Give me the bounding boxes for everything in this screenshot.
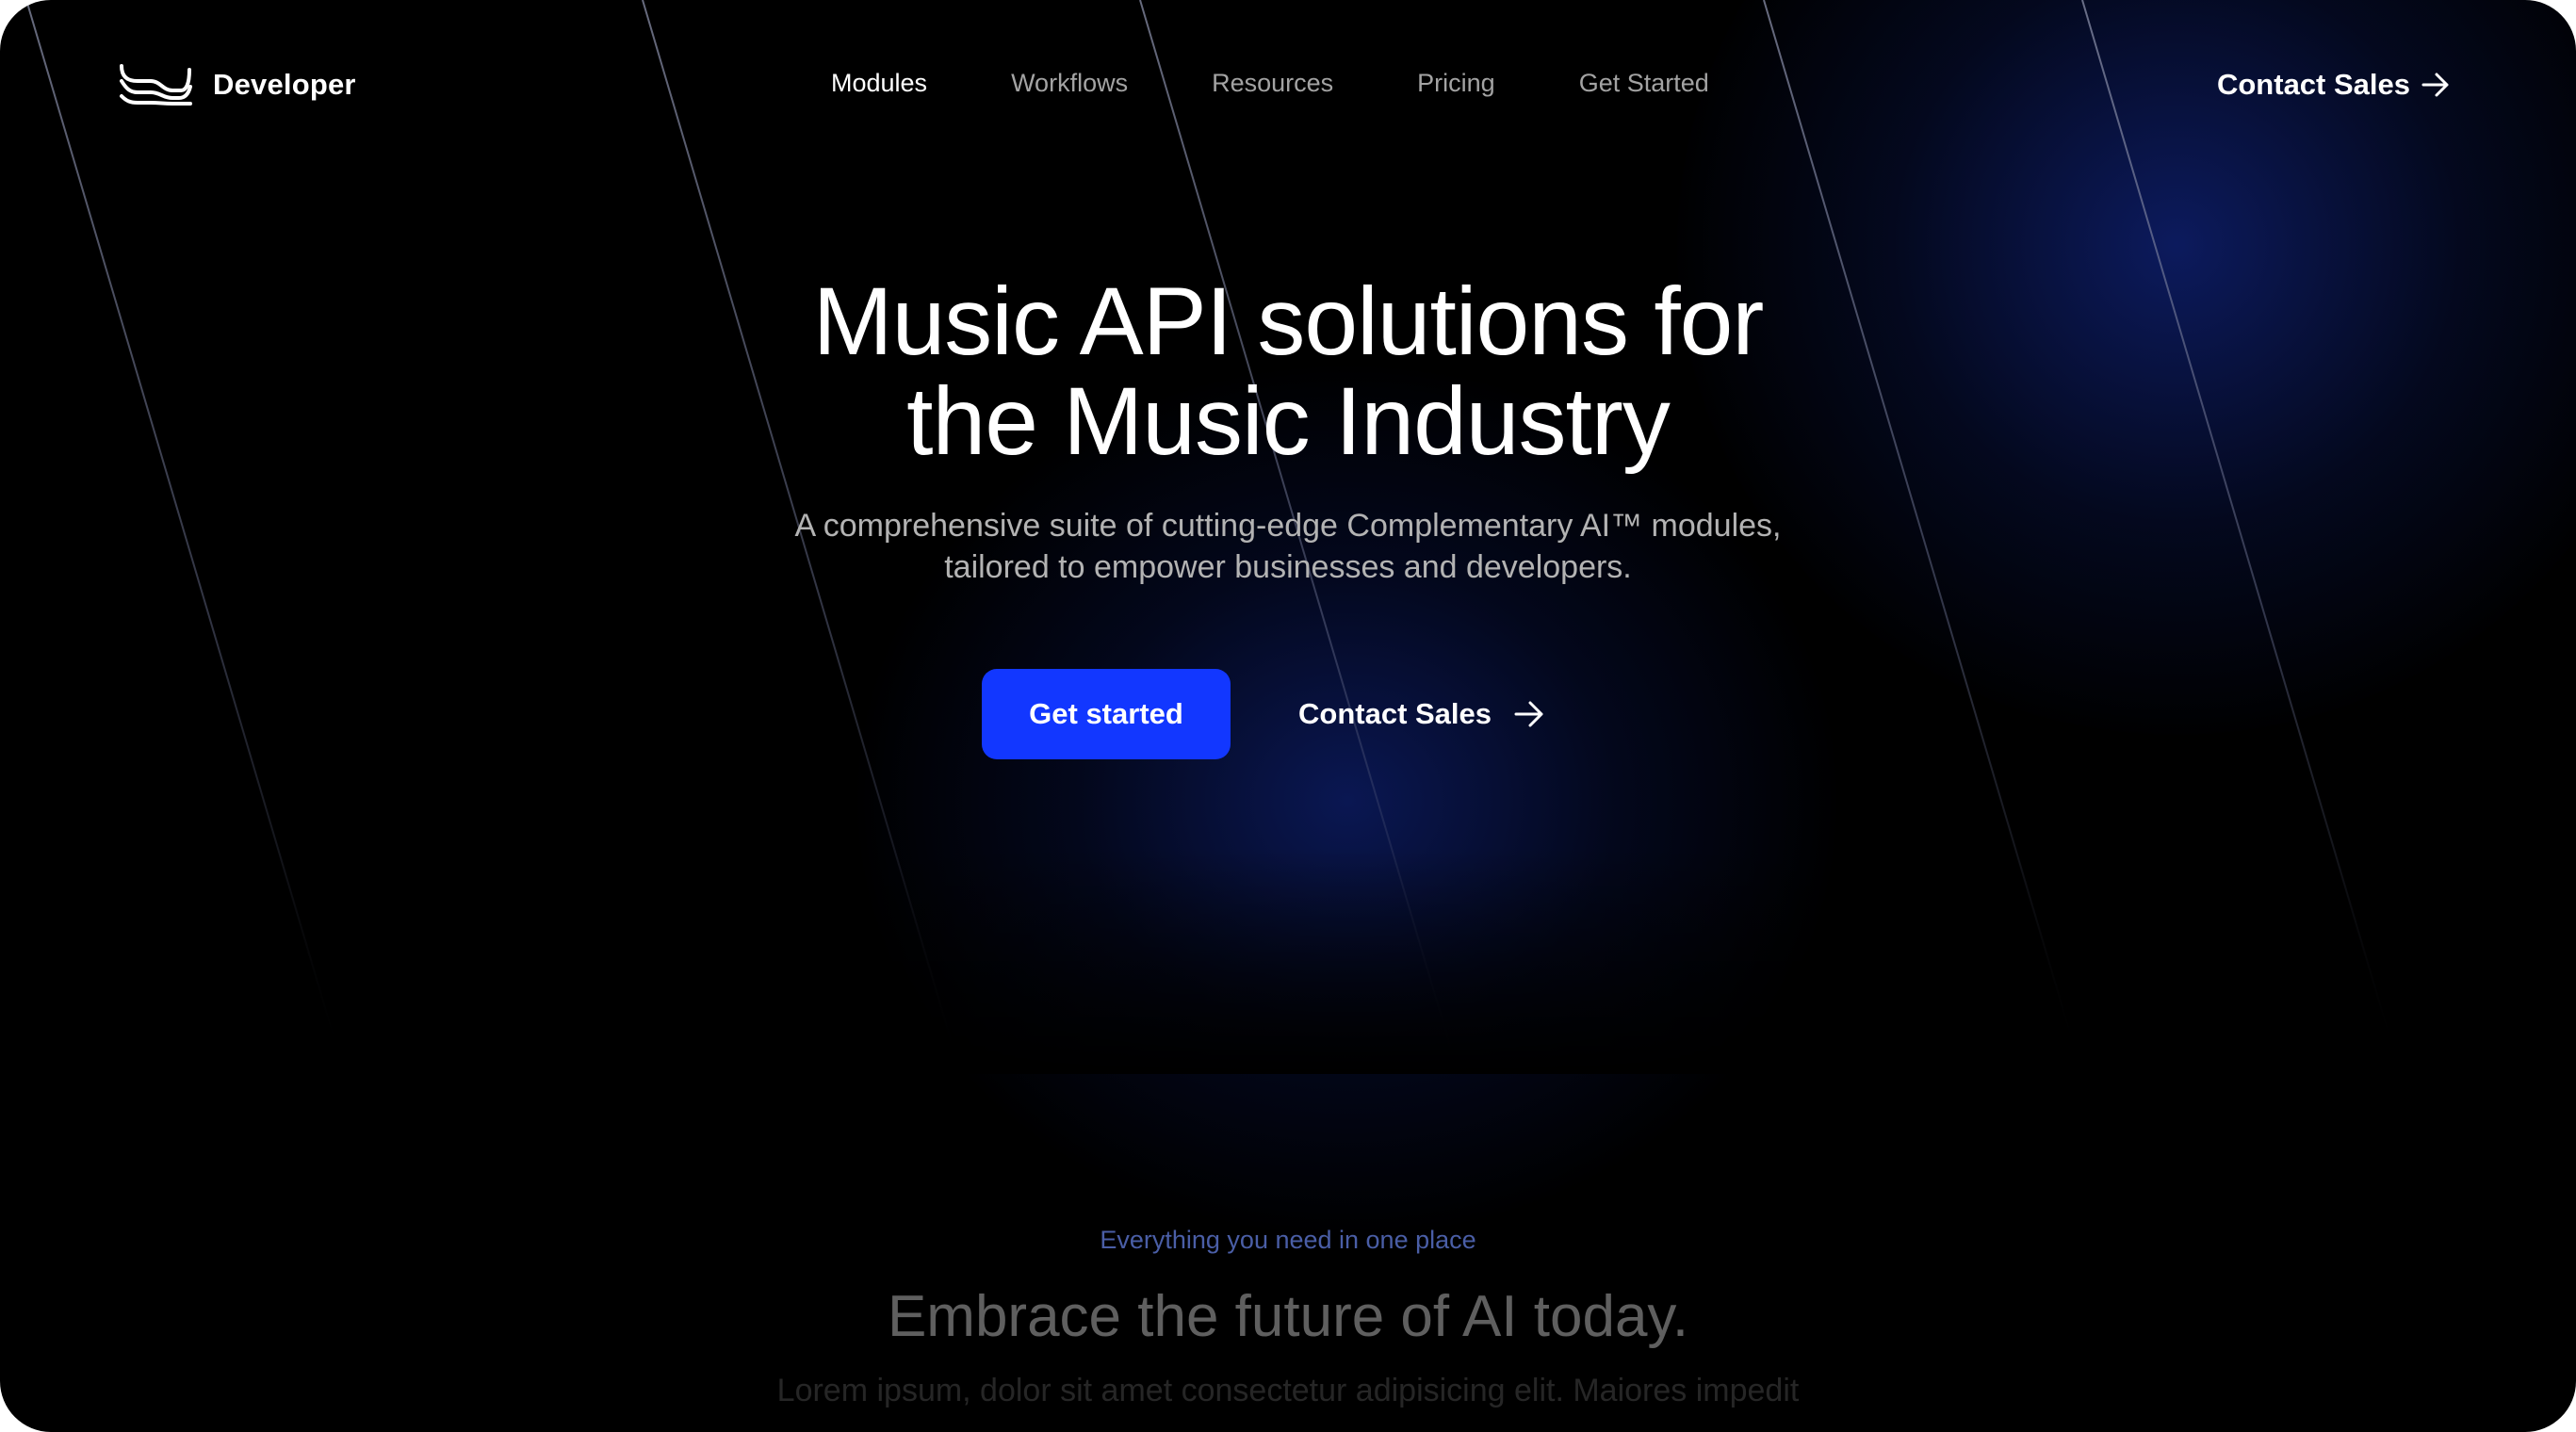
hero-subtitle-line-1: A comprehensive suite of cutting-edge Co… xyxy=(794,508,1782,544)
contact-sales-label: Contact Sales xyxy=(1298,697,1492,730)
section-title: Embrace the future of AI today. xyxy=(887,1284,1689,1349)
get-started-button[interactable]: Get started xyxy=(982,669,1231,759)
section-text: Lorem ipsum, dolor sit amet consectetur … xyxy=(776,1373,1800,1408)
page-frame: Developer Modules Workflows Resources Pr… xyxy=(0,0,2576,1432)
contact-sales-link[interactable]: Contact Sales xyxy=(1298,697,1546,731)
arrow-right-icon xyxy=(1514,701,1543,727)
hero-title-line-1: Music API solutions for xyxy=(812,268,1765,375)
section-eyebrow: Everything you need in one place xyxy=(1100,1226,1476,1254)
features-intro-section: Everything you need in one place Embrace… xyxy=(0,1221,2576,1411)
header-contact-sales-link[interactable]: Contact Sales xyxy=(2217,62,2452,107)
hero-fade xyxy=(0,848,2576,1074)
hero-subtitle-line-2: tailored to empower businesses and devel… xyxy=(944,549,1632,585)
nav-item-modules[interactable]: Modules xyxy=(831,69,927,98)
hero-subtitle: A comprehensive suite of cutting-edge Co… xyxy=(723,505,1853,588)
brand-logo[interactable]: Developer xyxy=(119,62,356,107)
hero-actions: Get started Contact Sales xyxy=(982,669,1546,759)
nav-item-resources[interactable]: Resources xyxy=(1212,69,1333,98)
header-contact-sales-label: Contact Sales xyxy=(2216,68,2410,101)
hero-section: Music API solutions for the Music Indust… xyxy=(0,271,2576,588)
nav-item-get-started[interactable]: Get Started xyxy=(1579,69,1709,98)
hero-title: Music API solutions for the Music Indust… xyxy=(676,271,1900,471)
nav-item-pricing[interactable]: Pricing xyxy=(1417,69,1495,98)
wave-logo-icon xyxy=(120,64,192,106)
nav-item-workflows[interactable]: Workflows xyxy=(1011,69,1128,98)
brand-name: Developer xyxy=(213,68,356,101)
arrow-right-icon xyxy=(2421,73,2449,97)
hero-title-line-2: the Music Industry xyxy=(906,367,1671,475)
main-nav: Modules Workflows Resources Pricing Get … xyxy=(831,62,1709,104)
